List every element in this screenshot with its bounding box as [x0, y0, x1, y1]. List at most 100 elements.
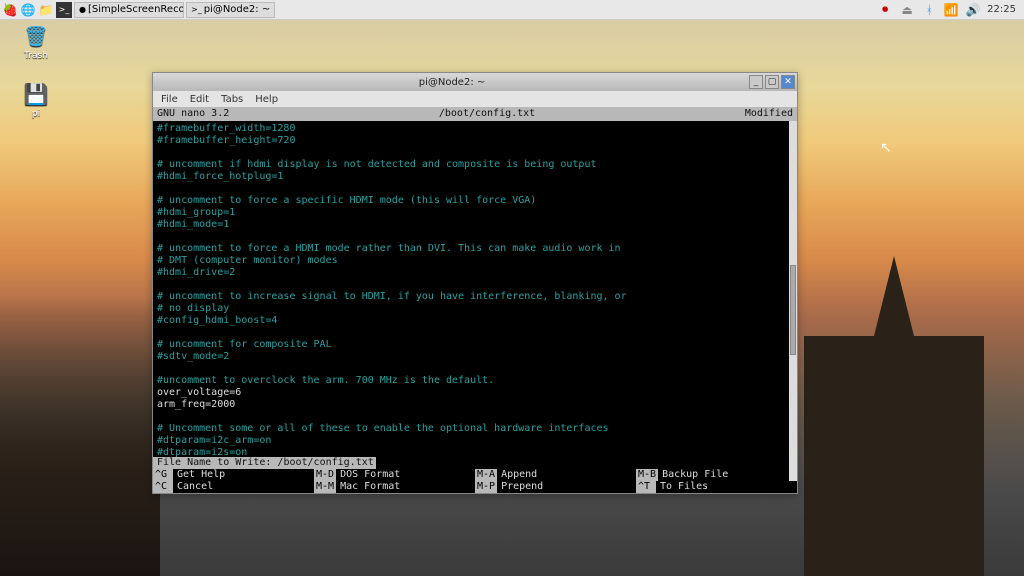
shortcut-label: Cancel	[173, 481, 213, 493]
trash-icon[interactable]: 🗑 Trash	[12, 24, 60, 61]
editor-line: #sdtv_mode=2	[157, 351, 793, 363]
nano-save-prompt[interactable]: File Name to Write: /boot/config.txt	[153, 457, 797, 469]
globe-browser-icon[interactable]: 🌐	[20, 2, 36, 18]
nano-shortcut: ^TTo Files	[636, 481, 797, 493]
editor-line: # Uncomment some or all of these to enab…	[157, 423, 793, 435]
nano-shortcut: M-AAppend	[475, 469, 636, 481]
editor-line: #hdmi_drive=2	[157, 267, 793, 279]
shortcut-key: ^C	[153, 481, 173, 493]
editor-line	[157, 363, 793, 375]
shortcut-key: M-A	[475, 469, 497, 481]
nano-version: GNU nano 3.2	[157, 107, 229, 121]
editor-line	[157, 327, 793, 339]
nano-prompt-value[interactable]: /boot/config.txt	[277, 457, 373, 469]
drive-pi-icon[interactable]: 💾 pi	[12, 82, 60, 119]
editor-line: #dtparam=i2c_arm=on	[157, 435, 793, 447]
editor-line: #hdmi_mode=1	[157, 219, 793, 231]
taskbar-tray: ⏺ ⏏ ᚼ 📶 🔊 22:25	[877, 2, 1024, 18]
taskbar-task-1[interactable]: >_pi@Node2: ~	[186, 2, 275, 18]
nano-status: Modified	[745, 107, 793, 121]
nano-prompt-label: File Name to Write:	[157, 457, 271, 469]
shortcut-key: ^G	[153, 469, 173, 481]
editor-line	[157, 279, 793, 291]
shortcut-key: M-B	[636, 469, 658, 481]
editor-line: # uncomment for composite PAL	[157, 339, 793, 351]
nano-header: GNU nano 3.2 /boot/config.txt Modified	[153, 107, 797, 121]
editor-line: #framebuffer_width=1280	[157, 123, 793, 135]
window-title: pi@Node2: ~	[155, 77, 749, 88]
raspberry-menu-icon[interactable]: 🍓	[2, 2, 18, 18]
shortcut-key: M-P	[475, 481, 497, 493]
editor-line: #config_hdmi_boost=4	[157, 315, 793, 327]
terminal-scrollbar[interactable]	[789, 121, 797, 481]
task-icon: ●	[79, 5, 86, 14]
trash-icon-glyph: 🗑	[22, 24, 50, 48]
editor-line	[157, 147, 793, 159]
nano-shortcut: M-PPrepend	[475, 481, 636, 493]
trash-icon-label: Trash	[12, 51, 60, 61]
nano-shortcut: ^CCancel	[153, 481, 314, 493]
volume-icon[interactable]: 🔊	[965, 2, 981, 18]
nano-shortcut: M-MMac Format	[314, 481, 475, 493]
editor-line: #framebuffer_height=720	[157, 135, 793, 147]
nano-filepath: /boot/config.txt	[229, 107, 745, 121]
task-label: pi@Node2: ~	[204, 4, 271, 15]
taskbar-clock[interactable]: 22:25	[987, 4, 1016, 15]
editor-line: #uncomment to overclock the arm. 700 MHz…	[157, 375, 793, 387]
menu-edit[interactable]: Edit	[190, 94, 209, 105]
wifi-icon[interactable]: 📶	[943, 2, 959, 18]
terminal-menubar: File Edit Tabs Help	[153, 91, 797, 107]
nano-editor-body[interactable]: #framebuffer_width=1280#framebuffer_heig…	[153, 121, 797, 457]
shortcut-label: To Files	[656, 481, 708, 493]
editor-line: # no display	[157, 303, 793, 315]
drive-pi-icon-label: pi	[12, 109, 60, 119]
record-icon[interactable]: ⏺	[877, 2, 893, 18]
editor-line	[157, 411, 793, 423]
editor-line: #dtparam=i2s=on	[157, 447, 793, 457]
drive-pi-icon-glyph: 💾	[22, 82, 50, 106]
menu-tabs[interactable]: Tabs	[221, 94, 243, 105]
shortcut-key: ^T	[636, 481, 656, 493]
editor-line: # uncomment to force a HDMI mode rather …	[157, 243, 793, 255]
maximize-button[interactable]: ▢	[765, 75, 779, 89]
editor-line: over_voltage=6	[157, 387, 793, 399]
terminal-icon[interactable]: >_	[56, 2, 72, 18]
editor-line	[157, 183, 793, 195]
taskbar: 🍓🌐📁>_●[SimpleScreenRecord...>_pi@Node2: …	[0, 0, 1024, 20]
shortcut-key: M-D	[314, 469, 336, 481]
mouse-cursor: ↖	[880, 140, 892, 156]
window-buttons: _ ▢ ✕	[749, 75, 795, 89]
editor-line	[157, 231, 793, 243]
editor-line: # uncomment if hdmi display is not detec…	[157, 159, 793, 171]
file-manager-icon[interactable]: 📁	[38, 2, 54, 18]
nano-shortcut: M-DDOS Format	[314, 469, 475, 481]
taskbar-task-0[interactable]: ●[SimpleScreenRecord...	[74, 2, 184, 18]
editor-line: arm_freq=2000	[157, 399, 793, 411]
shortcut-label: Mac Format	[336, 481, 400, 493]
shortcut-key: M-M	[314, 481, 336, 493]
editor-line: #hdmi_group=1	[157, 207, 793, 219]
task-icon: >_	[191, 5, 202, 14]
terminal-window: pi@Node2: ~ _ ▢ ✕ File Edit Tabs Help GN…	[152, 72, 798, 494]
minimize-button[interactable]: _	[749, 75, 763, 89]
editor-line: # uncomment to increase signal to HDMI, …	[157, 291, 793, 303]
background-silhouette-left	[0, 296, 160, 576]
nano-shortcuts: ^GGet HelpM-DDOS FormatM-AAppendM-BBacku…	[153, 469, 797, 493]
bluetooth-icon[interactable]: ᚼ	[921, 2, 937, 18]
shortcut-label: Prepend	[497, 481, 543, 493]
scrollbar-thumb[interactable]	[790, 265, 796, 355]
editor-line: # DMT (computer monitor) modes	[157, 255, 793, 267]
shortcut-label: Append	[497, 469, 537, 481]
nano-shortcut: M-BBackup File	[636, 469, 797, 481]
shortcut-label: DOS Format	[336, 469, 400, 481]
close-button[interactable]: ✕	[781, 75, 795, 89]
window-titlebar[interactable]: pi@Node2: ~ _ ▢ ✕	[153, 73, 797, 91]
task-label: [SimpleScreenRecord...	[88, 4, 184, 15]
menu-help[interactable]: Help	[255, 94, 278, 105]
taskbar-left: 🍓🌐📁>_●[SimpleScreenRecord...>_pi@Node2: …	[0, 2, 275, 18]
editor-line: # uncomment to force a specific HDMI mod…	[157, 195, 793, 207]
nano-prompt-remainder	[376, 457, 793, 469]
shortcut-label: Backup File	[658, 469, 728, 481]
menu-file[interactable]: File	[161, 94, 178, 105]
eject-icon[interactable]: ⏏	[899, 2, 915, 18]
